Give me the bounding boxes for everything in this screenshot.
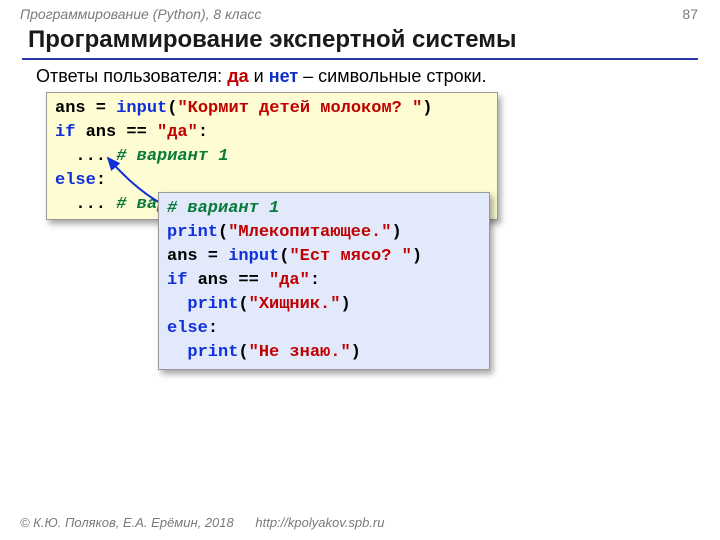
footer: © К.Ю. Поляков, Е.А. Ерёмин, 2018 http:/…: [20, 515, 384, 530]
code-token: "да": [269, 271, 310, 290]
code-token: # вариант 1: [116, 147, 228, 166]
code-token: if: [167, 271, 187, 290]
code-token: [167, 295, 187, 314]
page-number: 87: [682, 6, 698, 22]
code-token: print: [167, 223, 218, 242]
code-token: (: [279, 247, 289, 266]
code-variant1: # вариант 1 print("Млекопитающее.") ans …: [167, 197, 481, 365]
answer-yes: да: [227, 66, 248, 86]
code-token: (: [238, 295, 248, 314]
subtitle-post: – символьные строки.: [298, 66, 486, 86]
code-token: print: [187, 295, 238, 314]
code-token: :: [208, 319, 218, 338]
code-token: ): [422, 99, 432, 118]
title-underline: [22, 58, 698, 60]
code-token: ): [351, 343, 361, 362]
code-token: input: [228, 247, 279, 266]
code-token: ans ==: [75, 123, 157, 142]
code-token: ans ==: [187, 271, 269, 290]
subtitle: Ответы пользователя: да и нет – символьн…: [36, 66, 487, 87]
code-token: else: [167, 319, 208, 338]
code-token: "Млекопитающее.": [228, 223, 391, 242]
code-token: "Хищник.": [249, 295, 341, 314]
subtitle-pre: Ответы пользователя:: [36, 66, 227, 86]
course-header: Программирование (Python), 8 класс: [20, 6, 261, 22]
code-token: "да": [157, 123, 198, 142]
code-token: print: [187, 343, 238, 362]
code-token: ...: [55, 147, 116, 166]
code-token: "Ест мясо? ": [289, 247, 411, 266]
code-token: ans =: [167, 247, 228, 266]
code-token: (: [238, 343, 248, 362]
code-token: # вариант 1: [167, 199, 279, 218]
code-token: :: [198, 123, 208, 142]
code-token: ): [412, 247, 422, 266]
slide-title: Программирование экспертной системы: [28, 26, 517, 54]
subtitle-mid: и: [249, 66, 269, 86]
code-token: :: [96, 171, 106, 190]
code-token: [167, 343, 187, 362]
code-token: ): [391, 223, 401, 242]
code-token: ...: [55, 195, 116, 214]
answer-no: нет: [269, 66, 298, 86]
code-token: "Кормит детей молоком? ": [177, 99, 422, 118]
code-token: (: [167, 99, 177, 118]
code-token: (: [218, 223, 228, 242]
footer-link[interactable]: http://kpolyakov.spb.ru: [255, 515, 384, 530]
code-token: ): [340, 295, 350, 314]
code-token: :: [310, 271, 320, 290]
footer-copyright: © К.Ю. Поляков, Е.А. Ерёмин, 2018: [20, 515, 234, 530]
code-token: if: [55, 123, 75, 142]
code-block-variant1: # вариант 1 print("Млекопитающее.") ans …: [158, 192, 490, 370]
code-token: "Не знаю.": [249, 343, 351, 362]
code-token: input: [116, 99, 167, 118]
code-token: else: [55, 171, 96, 190]
code-token: ans =: [55, 99, 116, 118]
